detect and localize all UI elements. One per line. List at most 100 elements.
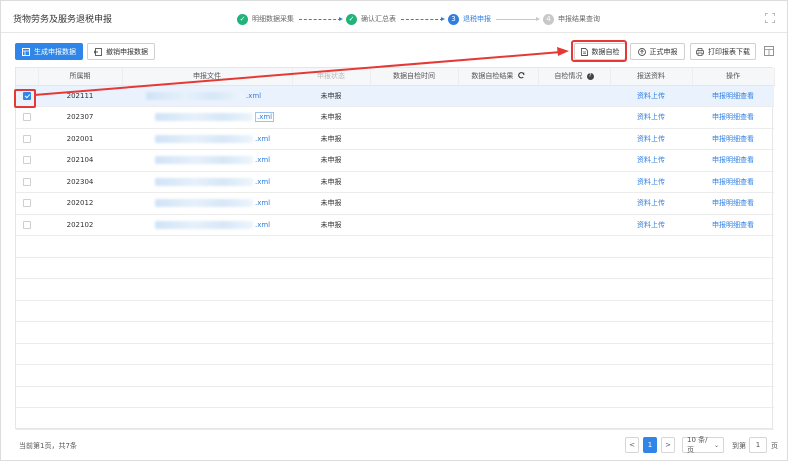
table-row[interactable]: 202012 .xml 未申报 资料上传 申报明细查看 (16, 192, 774, 215)
column-header-submit-material: 报送资料 (610, 68, 693, 86)
redacted-filename (155, 134, 253, 143)
check-status-cell (538, 149, 610, 172)
period-cell: 202304 (38, 171, 122, 193)
upload-cell: 资料上传 (610, 214, 692, 236)
action-cell: 申报明细查看 (692, 149, 774, 172)
upload-icon (637, 47, 646, 56)
status-cell: 未申报 (292, 106, 370, 129)
formal-submit-button[interactable]: 正式申报 (630, 43, 685, 60)
row-checkbox-cell (16, 128, 38, 150)
check-status-cell (538, 192, 610, 215)
file-link[interactable]: .xml (255, 112, 275, 123)
check-time-cell (370, 214, 458, 236)
step-connector (401, 16, 445, 21)
document-icon (580, 47, 588, 56)
file-link[interactable]: .xml (255, 178, 270, 186)
column-header-check-status: 自检情况 ? (538, 68, 611, 86)
column-header-check-result: 数据自检结果 (458, 68, 539, 86)
fullscreen-icon[interactable] (765, 13, 775, 23)
file-link[interactable]: .xml (255, 135, 270, 143)
upload-cell: 资料上传 (610, 85, 692, 107)
view-detail-link[interactable]: 申报明细查看 (712, 178, 754, 186)
declaration-table: 所属期 申报文件 申报状态 数据自检时间 数据自检结果 自检情况 ? 报送资料 (15, 67, 775, 430)
row-checkbox[interactable] (23, 177, 31, 186)
step-1: ✓ 明细数据采集 (237, 13, 294, 25)
next-page-button[interactable]: > (661, 437, 675, 453)
step-4-label: 申报结果查询 (558, 15, 600, 23)
row-checkbox[interactable] (23, 220, 31, 229)
row-checkbox[interactable] (23, 134, 31, 143)
upload-material-link[interactable]: 资料上传 (637, 92, 665, 100)
status-cell: 未申报 (292, 149, 370, 172)
upload-material-link[interactable]: 资料上传 (637, 113, 665, 121)
table-header-row: 所属期 申报文件 申报状态 数据自检时间 数据自检结果 自检情况 ? 报送资料 (16, 68, 775, 86)
check-time-cell (370, 128, 458, 150)
step-2-label: 确认汇总表 (361, 15, 396, 23)
file-link[interactable]: .xml (255, 156, 270, 164)
table-row[interactable]: 202102 .xml 未申报 资料上传 申报明细查看 (16, 214, 774, 236)
column-settings-icon[interactable] (764, 46, 774, 56)
goto-page-input[interactable]: 1 (749, 437, 767, 453)
file-link[interactable]: .xml (246, 92, 261, 100)
view-detail-link[interactable]: 申报明细查看 (712, 199, 754, 207)
column-header-check-time: 数据自检时间 (370, 68, 459, 86)
table-row[interactable]: 202001 .xml 未申报 资料上传 申报明细查看 (16, 128, 774, 150)
row-checkbox[interactable] (23, 199, 31, 208)
page-header: 货物劳务及服务退税申报 ✓ 明细数据采集 ✓ 确认汇总表 3 退税申报 4 申报… (1, 1, 787, 33)
status-cell: 未申报 (292, 128, 370, 150)
file-link[interactable]: .xml (255, 199, 270, 207)
upload-material-link[interactable]: 资料上传 (637, 135, 665, 143)
row-checkbox-cell (16, 214, 38, 236)
table-row[interactable]: 202304 .xml 未申报 资料上传 申报明细查看 (16, 171, 774, 193)
table-row[interactable]: 202104 .xml 未申报 资料上传 申报明细查看 (16, 149, 774, 172)
page-suffix-label: 页 (771, 442, 778, 450)
view-detail-link[interactable]: 申报明细查看 (712, 113, 754, 121)
generate-declaration-button[interactable]: 生成申报数据 (15, 43, 83, 60)
upload-material-link[interactable]: 资料上传 (637, 156, 665, 164)
pagination-info: 当前第1页，共7条 (19, 442, 77, 450)
check-status-cell (538, 106, 610, 129)
status-cell: 未申报 (292, 85, 370, 107)
period-cell: 202104 (38, 149, 122, 172)
step-3-label: 退税申报 (463, 15, 491, 23)
column-header-file: 申报文件 (122, 68, 293, 86)
check-result-cell (458, 214, 538, 236)
table-row[interactable]: 202111 .xml 未申报 资料上传 申报明细查看 (16, 85, 774, 107)
data-selfcheck-button[interactable]: 数据自检 (574, 43, 626, 60)
row-checkbox[interactable] (23, 156, 31, 165)
upload-material-link[interactable]: 资料上传 (637, 199, 665, 207)
row-checkbox[interactable] (23, 91, 31, 100)
help-icon[interactable]: ? (586, 72, 594, 80)
step-3: 3 退税申报 (448, 13, 491, 25)
row-checkbox[interactable] (23, 113, 31, 122)
check-result-cell (458, 171, 538, 193)
step-2: ✓ 确认汇总表 (346, 13, 396, 25)
empty-row (16, 343, 774, 365)
file-link[interactable]: .xml (255, 221, 270, 229)
refresh-icon[interactable] (517, 71, 525, 81)
upload-cell: 资料上传 (610, 192, 692, 215)
page-1-button[interactable]: 1 (643, 437, 657, 453)
revoke-icon (94, 47, 102, 56)
view-detail-link[interactable]: 申报明细查看 (712, 92, 754, 100)
print-download-button[interactable]: 打印报表下载 (690, 43, 756, 60)
status-cell: 未申报 (292, 171, 370, 193)
row-checkbox-cell (16, 149, 38, 172)
upload-material-link[interactable]: 资料上传 (637, 221, 665, 229)
check-icon: ✓ (237, 13, 248, 25)
step-4: 4 申报结果查询 (543, 13, 600, 25)
upload-material-link[interactable]: 资料上传 (637, 178, 665, 186)
table-row[interactable]: 202307 .xml 未申报 资料上传 申报明细查看 (16, 106, 774, 129)
revoke-declaration-button[interactable]: 撤销申报数据 (87, 43, 155, 60)
prev-page-button[interactable]: < (625, 437, 639, 453)
check-result-cell (458, 85, 538, 107)
status-cell: 未申报 (292, 192, 370, 215)
step-progress: ✓ 明细数据采集 ✓ 确认汇总表 3 退税申报 4 申报结果查询 (237, 12, 600, 26)
view-detail-link[interactable]: 申报明细查看 (712, 156, 754, 164)
view-detail-link[interactable]: 申报明细查看 (712, 221, 754, 229)
view-detail-link[interactable]: 申报明细查看 (712, 135, 754, 143)
page-size-select[interactable]: 10 条/页 ⌄ (682, 436, 724, 454)
period-cell: 202102 (38, 214, 122, 236)
status-cell: 未申报 (292, 214, 370, 236)
file-cell: .xml (122, 85, 292, 107)
